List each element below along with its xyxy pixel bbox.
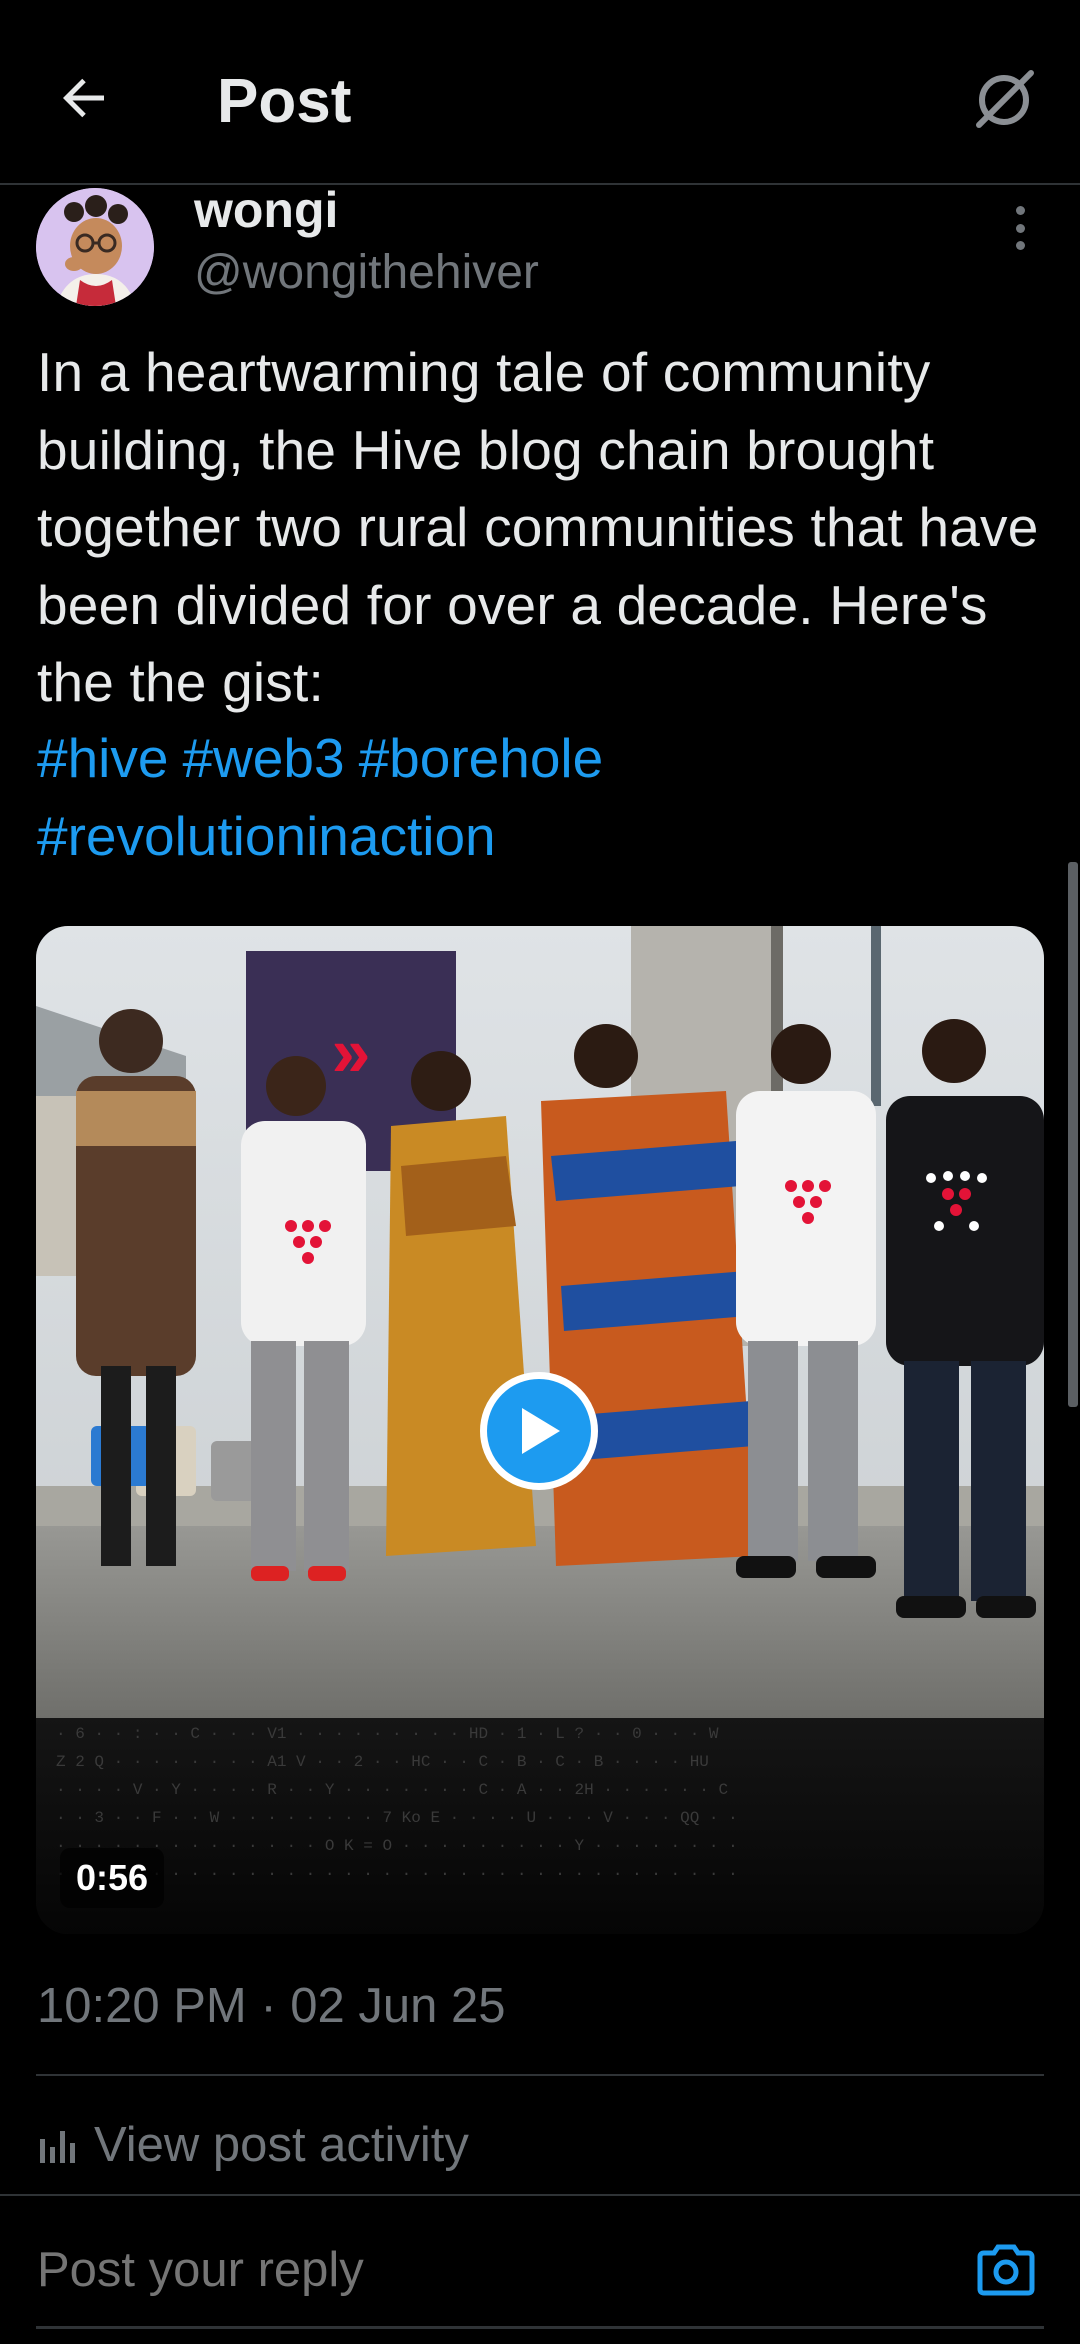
video-duration: 0:56 <box>60 1848 165 1908</box>
post-timestamp: 10:20 PM · 02 Jun 25 <box>37 1979 506 2033</box>
post-text: In a heartwarming tale of community buil… <box>37 341 1039 713</box>
hashtag-link[interactable]: #borehole <box>359 727 604 789</box>
author-handle[interactable]: @wongithehiver <box>194 243 539 303</box>
hashtag-link[interactable]: #revolutioninaction <box>37 805 496 867</box>
video-player[interactable]: » · 6 · ·: · · C · · · V1 · · · · · · ·… <box>36 926 1044 1934</box>
avatar-image <box>36 188 154 306</box>
more-vertical-icon <box>1015 206 1025 250</box>
grok-button[interactable] <box>966 62 1042 138</box>
hashtag-list: #hive #web3 #borehole #revolutioninaction <box>37 720 1047 875</box>
noise-pattern: · 6 · · : · · C · · · V1 · · · · · · · ·… <box>56 1725 738 1883</box>
author-display-name[interactable]: wongi <box>194 180 338 240</box>
svg-text:· · 3 · · F · · W · · · · · ·: · · 3 · · F · · W · · · · · · · · 7 Ko E… <box>56 1809 738 1827</box>
svg-text:»: » <box>332 1013 371 1091</box>
more-options-button[interactable] <box>1000 206 1040 266</box>
reply-underline <box>36 2326 1044 2329</box>
video-thumbnail: » <box>36 926 1044 1718</box>
video-overlay: · 6 · · : · · C · · · V1 · · · · · · · ·… <box>36 1718 1044 1934</box>
divider <box>36 2074 1044 2076</box>
page-title: Post <box>217 67 352 136</box>
hashtag-link[interactable]: #web3 <box>182 727 344 789</box>
camera-button[interactable] <box>974 2238 1038 2302</box>
divider <box>0 2194 1080 2196</box>
reply-input[interactable] <box>37 2238 937 2302</box>
arrow-left-icon <box>63 78 104 118</box>
svg-text:· · · · V · Y · · · · R · · Y: · · · · V · Y · · · · R · · Y · · · · · … <box>56 1781 728 1799</box>
camera-icon <box>977 2244 1035 2296</box>
top-app-bar: Post <box>0 0 1080 185</box>
hashtag-link[interactable]: #hive <box>37 727 168 789</box>
play-icon <box>522 1408 560 1454</box>
scrollbar[interactable] <box>1068 862 1078 1407</box>
grok-icon <box>976 70 1034 128</box>
play-button[interactable] <box>480 1372 598 1490</box>
bar-chart-icon <box>40 2131 75 2163</box>
back-button[interactable] <box>48 62 120 134</box>
view-post-activity-label: View post activity <box>94 2118 469 2172</box>
svg-text:· 6 · · : · · C · · · V1 · ·: · 6 · · : · · C · · · V1 · · · · · · · ·… <box>56 1725 719 1743</box>
view-post-activity-link[interactable]: View post activity <box>36 2110 469 2180</box>
svg-text:Z 2 Q · · · · · · · · A1 V · ·: Z 2 Q · · · · · · · · A1 V · · 2 · · HC … <box>56 1753 709 1771</box>
avatar[interactable] <box>36 188 154 306</box>
